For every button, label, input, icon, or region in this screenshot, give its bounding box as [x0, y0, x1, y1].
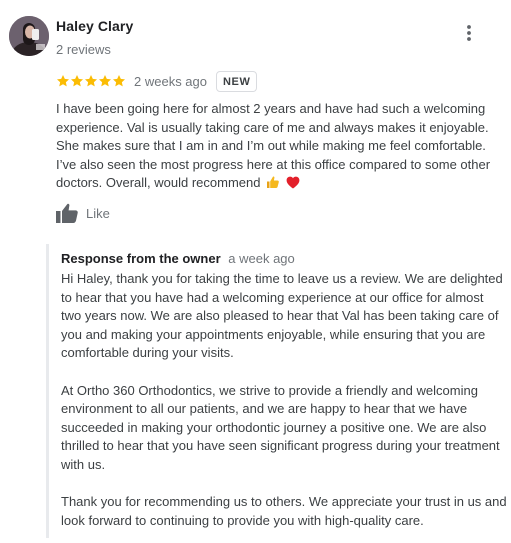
owner-response: Response from the owner a week ago Hi Ha… [46, 244, 509, 538]
thumbs-up-icon [56, 203, 78, 223]
new-badge: NEW [216, 70, 258, 92]
reviewer-avatar[interactable] [9, 16, 49, 56]
star-rating [56, 74, 126, 88]
owner-response-paragraph: At Ortho 360 Orthodontics, we strive to … [61, 382, 500, 472]
more-options-button[interactable] [458, 22, 480, 44]
star-icon [56, 75, 70, 87]
like-button[interactable]: Like [56, 201, 110, 225]
reviewer-name[interactable]: Haley Clary [56, 18, 133, 34]
owner-response-paragraph: Thank you for recommending us to others.… [61, 494, 507, 528]
owner-response-title: Response from the owner [61, 251, 221, 266]
owner-response-header: Response from the owner a week ago [61, 251, 295, 266]
owner-response-date: a week ago [228, 251, 295, 266]
red-heart-emoji [286, 176, 300, 195]
thumbs-up-emoji [266, 175, 280, 195]
rating-row: 2 weeks ago NEW [56, 70, 258, 92]
star-icon [70, 75, 84, 87]
owner-response-paragraph: Hi Haley, thank you for taking the time … [61, 271, 503, 361]
star-icon [112, 75, 126, 87]
owner-response-body: Hi Haley, thank you for taking the time … [61, 270, 507, 530]
review-text: I have been going here for almost 2 year… [56, 100, 496, 195]
star-icon [98, 75, 112, 87]
like-label: Like [86, 205, 110, 221]
reviewer-review-count[interactable]: 2 reviews [56, 42, 111, 57]
star-icon [84, 75, 98, 87]
avatar-photo [9, 16, 49, 56]
more-vert-icon [467, 25, 471, 41]
review-card: Haley Clary 2 reviews 2 weeks ago NEW I … [0, 0, 511, 543]
review-date: 2 weeks ago [134, 73, 207, 89]
